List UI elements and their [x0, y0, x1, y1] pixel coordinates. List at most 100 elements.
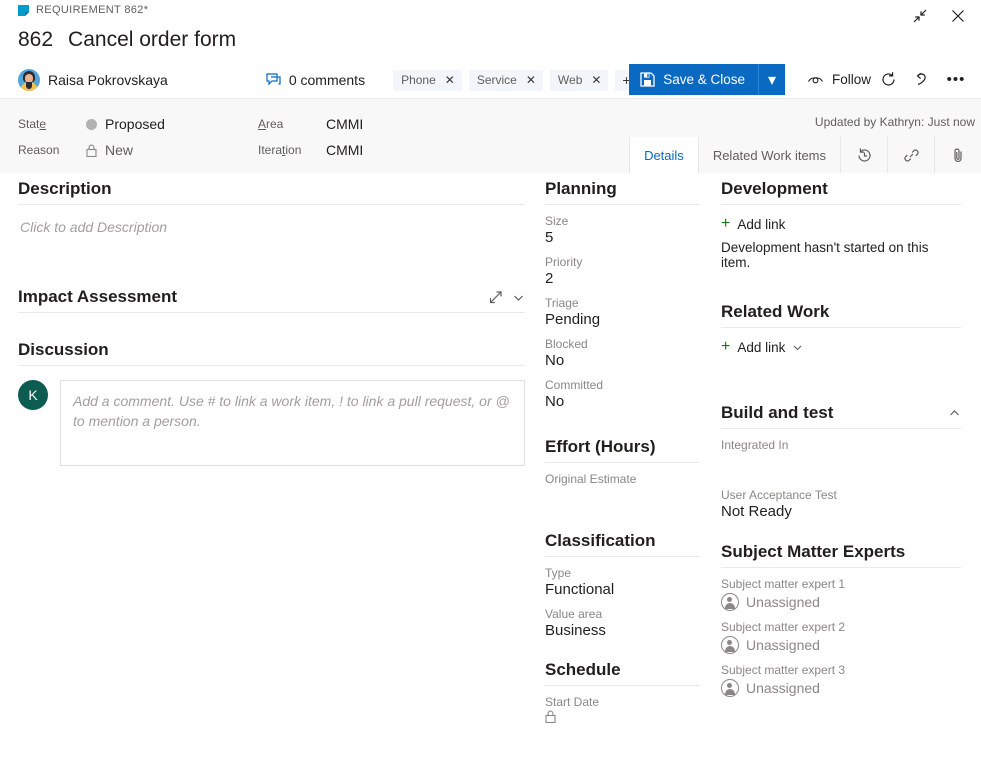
- related-work-header: Related Work: [721, 302, 961, 328]
- state-value: Proposed: [105, 116, 165, 132]
- updated-by-status: Updated by Kathryn: Just now: [815, 115, 975, 129]
- comment-icon: [266, 73, 282, 87]
- tag-item[interactable]: Web ✕: [550, 70, 609, 91]
- priority-value: 2: [545, 270, 700, 287]
- right-column: Development + Add link Development hasn'…: [721, 179, 961, 697]
- description-input[interactable]: Click to add Description: [18, 205, 525, 235]
- expand-icon[interactable]: [488, 290, 503, 305]
- related-work-add-link-button[interactable]: + Add link: [721, 339, 961, 355]
- type-value: Functional: [545, 581, 700, 598]
- work-item-type-label: REQUIREMENT 862*: [36, 4, 148, 16]
- refresh-icon[interactable]: [871, 64, 905, 95]
- plus-icon: +: [721, 216, 730, 232]
- plus-icon: +: [721, 339, 730, 355]
- tab-history[interactable]: [840, 137, 887, 173]
- planning-header: Planning: [545, 179, 700, 205]
- state-row[interactable]: State Proposed: [18, 111, 165, 137]
- discussion-header: Discussion: [18, 340, 525, 366]
- start-date-field: Start Date: [545, 695, 700, 723]
- chevron-up-icon[interactable]: [948, 407, 961, 420]
- type-field[interactable]: Type Functional: [545, 566, 700, 598]
- tab-attachments[interactable]: [934, 137, 981, 173]
- restore-icon[interactable]: [903, 2, 937, 30]
- development-add-link-button[interactable]: + Add link: [721, 216, 961, 232]
- chevron-down-icon[interactable]: [512, 291, 525, 304]
- area-value: CMMI: [326, 116, 363, 132]
- tags-list: Phone ✕ Service ✕ Web ✕ +: [393, 70, 637, 91]
- more-options-icon[interactable]: •••: [939, 64, 973, 95]
- work-item-title[interactable]: Cancel order form: [68, 28, 236, 52]
- subject-matter-expert-3-value: Unassigned: [721, 679, 961, 697]
- detail-tabstrip: Details Related Work items: [629, 137, 981, 173]
- subject-matter-expert-1-field[interactable]: Subject matter expert 1 Unassigned: [721, 577, 961, 611]
- revert-icon[interactable]: [905, 64, 939, 95]
- start-date-value: [545, 710, 700, 723]
- assigned-to-field[interactable]: Raisa Pokrovskaya: [18, 69, 168, 91]
- related-work-title: Related Work: [721, 302, 829, 322]
- subject-matter-expert-2-field[interactable]: Subject matter expert 2 Unassigned: [721, 620, 961, 654]
- tag-item[interactable]: Service ✕: [469, 70, 543, 91]
- area-row[interactable]: Area CMMI: [258, 111, 363, 137]
- close-icon[interactable]: ✕: [526, 74, 536, 86]
- discussion-section: Discussion K Add a comment. Use # to lin…: [18, 340, 525, 466]
- person-icon: [721, 679, 739, 697]
- value-area-label: Value area: [545, 607, 700, 621]
- work-item-window: REQUIREMENT 862* 862 Cancel order form R…: [0, 0, 981, 776]
- middle-column: Planning Size 5 Priority 2 Triage Pendin…: [545, 179, 700, 723]
- original-estimate-field[interactable]: Original Estimate: [545, 472, 700, 504]
- iteration-row[interactable]: Iteration CMMI: [258, 137, 363, 163]
- original-estimate-label: Original Estimate: [545, 472, 700, 486]
- work-item-info-bar: State Proposed Reason New: [0, 98, 981, 173]
- triage-value: Pending: [545, 311, 700, 328]
- follow-button[interactable]: Follow: [807, 72, 871, 87]
- state-label: State: [18, 117, 86, 131]
- schedule-section: Schedule Start Date: [545, 660, 700, 723]
- tag-label: Service: [477, 73, 517, 87]
- committed-field[interactable]: Committed No: [545, 378, 700, 410]
- description-header: Description: [18, 179, 525, 205]
- build-and-test-section: Build and test Integrated In User Acce: [721, 403, 961, 520]
- subject-matter-experts-header: Subject Matter Experts: [721, 542, 961, 568]
- iteration-value: CMMI: [326, 142, 363, 158]
- subject-matter-expert-3-field[interactable]: Subject matter expert 3 Unassigned: [721, 663, 961, 697]
- lock-icon: [86, 144, 97, 157]
- subject-matter-expert-3-label: Subject matter expert 3: [721, 663, 961, 677]
- priority-field[interactable]: Priority 2: [545, 255, 700, 287]
- size-value: 5: [545, 229, 700, 246]
- tag-item[interactable]: Phone ✕: [393, 70, 462, 91]
- subject-matter-experts-section: Subject Matter Experts Subject matter ex…: [721, 542, 961, 697]
- chevron-down-icon[interactable]: [792, 342, 803, 353]
- blocked-field[interactable]: Blocked No: [545, 337, 700, 369]
- priority-label: Priority: [545, 255, 700, 269]
- area-iteration-fields: Area CMMI Iteration CMMI: [258, 111, 363, 163]
- impact-assessment-section: Impact Assessment: [18, 287, 525, 313]
- user-acceptance-test-field[interactable]: User Acceptance Test Not Ready: [721, 488, 961, 520]
- tab-links[interactable]: [887, 137, 934, 173]
- save-and-close-button[interactable]: Save & Close ▾: [629, 64, 785, 95]
- state-color-dot: [86, 119, 97, 130]
- chevron-down-icon[interactable]: ▾: [759, 64, 785, 95]
- tab-related-work-items[interactable]: Related Work items: [698, 137, 840, 173]
- avatar: [18, 69, 40, 91]
- tag-label: Web: [558, 73, 582, 87]
- committed-value: No: [545, 393, 700, 410]
- effort-header: Effort (Hours): [545, 437, 700, 463]
- subject-matter-expert-2-name: Unassigned: [746, 637, 820, 653]
- impact-assessment-title: Impact Assessment: [18, 287, 177, 307]
- comments-link[interactable]: 0 comments: [266, 72, 365, 88]
- related-work-section: Related Work + Add link: [721, 302, 961, 355]
- value-area-field[interactable]: Value area Business: [545, 607, 700, 639]
- committed-label: Committed: [545, 378, 700, 392]
- tab-details[interactable]: Details: [629, 137, 698, 173]
- development-header: Development: [721, 179, 961, 205]
- close-icon[interactable]: [941, 2, 975, 30]
- attachment-icon: [950, 147, 967, 164]
- triage-field[interactable]: Triage Pending: [545, 296, 700, 328]
- build-and-test-collapse[interactable]: [948, 407, 961, 420]
- integrated-in-field[interactable]: Integrated In: [721, 438, 961, 470]
- size-field[interactable]: Size 5: [545, 214, 700, 246]
- close-icon[interactable]: ✕: [445, 74, 455, 86]
- work-item-toolbar: Save & Close ▾ Follow: [629, 64, 973, 95]
- comment-input[interactable]: Add a comment. Use # to link a work item…: [60, 380, 525, 466]
- close-icon[interactable]: ✕: [591, 74, 601, 86]
